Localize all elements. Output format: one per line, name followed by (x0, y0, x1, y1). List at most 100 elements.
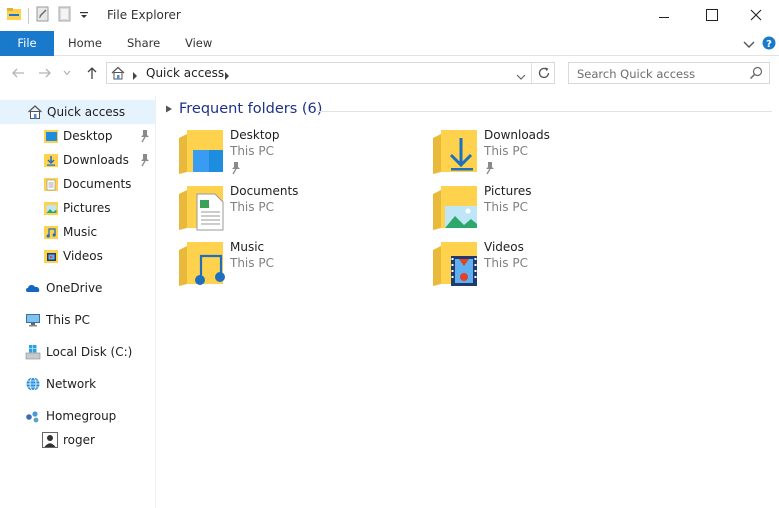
tab-share[interactable]: Share (127, 31, 160, 56)
address-dropdown-chevron-icon[interactable] (516, 70, 526, 84)
folder-name: Pictures (484, 184, 532, 198)
videos-folder-icon (43, 248, 59, 264)
folder-tile-pictures[interactable]: Pictures This PC (433, 184, 673, 238)
up-button[interactable] (82, 64, 102, 82)
recent-locations-button[interactable] (60, 64, 74, 82)
quick-access-toolbar (6, 6, 89, 25)
folder-location: This PC (230, 144, 274, 158)
pin-icon[interactable] (484, 161, 496, 178)
desktop-folder-large-icon (179, 128, 229, 178)
cloud-icon (25, 280, 41, 296)
downloads-folder-icon (43, 152, 59, 168)
folder-name: Downloads (484, 128, 550, 142)
properties-icon[interactable] (35, 6, 51, 25)
folder-name: Desktop (230, 128, 280, 142)
group-header-frequent-folders[interactable]: Frequent folders (6) (165, 101, 322, 117)
title-bar: File Explorer (0, 0, 779, 31)
nav-label-quick-access: Quick access (47, 105, 126, 119)
folder-tile-downloads[interactable]: Downloads This PC (433, 128, 673, 182)
qat-separator (28, 7, 29, 24)
nav-item-onedrive[interactable]: OneDrive (0, 276, 155, 300)
pictures-folder-icon (43, 200, 59, 216)
folder-name: Music (230, 240, 265, 254)
nav-item-documents[interactable]: Documents (0, 172, 155, 196)
nav-label-pictures: Pictures (63, 201, 111, 215)
nav-item-this-pc[interactable]: This PC (0, 308, 155, 332)
computer-icon (25, 312, 41, 328)
tab-home[interactable]: Home (68, 31, 102, 56)
music-folder-icon (43, 224, 59, 240)
maximize-button[interactable] (689, 0, 735, 30)
pin-icon[interactable] (139, 153, 151, 170)
nav-label-music: Music (63, 225, 98, 239)
up-arrow-icon (87, 67, 97, 79)
maximize-icon (706, 9, 718, 21)
nav-label-user: roger (63, 433, 95, 447)
forward-arrow-icon (39, 68, 51, 78)
folder-location: This PC (230, 256, 274, 270)
folder-tile-desktop[interactable]: Desktop This PC (179, 128, 419, 182)
file-explorer-app-icon[interactable] (6, 6, 22, 25)
folder-tile-videos[interactable]: Videos This PC (433, 240, 673, 294)
nav-item-quick-access[interactable]: Quick access (0, 100, 155, 124)
address-divider (531, 63, 532, 83)
expand-ribbon-chevron-icon[interactable] (743, 38, 755, 52)
homegroup-icon (25, 408, 41, 424)
breadcrumb-separator-icon[interactable] (132, 69, 138, 83)
pin-icon[interactable] (230, 161, 242, 178)
nav-label-homegroup: Homegroup (46, 409, 117, 423)
back-arrow-icon (12, 68, 24, 78)
navigation-pane: Quick access Desktop Downloads Documents… (0, 96, 156, 508)
nav-item-music[interactable]: Music (0, 220, 155, 244)
forward-button[interactable] (35, 64, 55, 82)
help-icon[interactable]: ? (762, 36, 776, 53)
address-bar[interactable]: Quick access (106, 62, 555, 84)
nav-item-local-disk[interactable]: Local Disk (C:) (0, 340, 155, 364)
downloads-folder-large-icon (433, 128, 483, 178)
pictures-folder-large-icon (433, 184, 483, 234)
nav-label-documents: Documents (63, 177, 132, 191)
refresh-icon[interactable] (537, 66, 551, 83)
nav-item-videos[interactable]: Videos (0, 244, 155, 268)
nav-item-desktop[interactable]: Desktop (0, 124, 155, 148)
breadcrumb-quick-access[interactable]: Quick access (146, 66, 224, 80)
close-icon (750, 9, 762, 21)
nav-item-user[interactable]: roger (0, 428, 155, 452)
folder-tile-music[interactable]: Music This PC (179, 240, 419, 294)
close-button[interactable] (733, 0, 779, 30)
pin-icon[interactable] (139, 129, 151, 146)
nav-label-this-pc: This PC (46, 313, 90, 327)
nav-label-onedrive: OneDrive (46, 281, 103, 295)
user-avatar-icon (42, 432, 58, 448)
nav-label-network: Network (46, 377, 97, 391)
documents-folder-icon (43, 176, 59, 192)
window-title: File Explorer (107, 8, 181, 22)
back-button[interactable] (8, 64, 28, 82)
nav-item-downloads[interactable]: Downloads (0, 148, 155, 172)
new-folder-icon[interactable] (57, 6, 73, 25)
nav-item-homegroup[interactable]: Homegroup (0, 404, 155, 428)
nav-label-local-disk: Local Disk (C:) (46, 345, 133, 359)
content-pane: Frequent folders (6) Desktop This PC Dow… (157, 96, 779, 508)
customize-qat-chevron-icon[interactable] (79, 9, 89, 23)
nav-item-network[interactable]: Network (0, 372, 155, 396)
search-icon[interactable] (749, 66, 763, 83)
search-input[interactable]: Search Quick access (568, 62, 770, 84)
svg-text:?: ? (766, 39, 772, 50)
collapse-group-chevron-icon[interactable] (165, 105, 173, 113)
documents-folder-large-icon (179, 184, 229, 234)
nav-label-desktop: Desktop (63, 129, 113, 143)
folder-tile-documents[interactable]: Documents This PC (179, 184, 419, 238)
ribbon-tab-bar: File Home Share View ? (0, 31, 779, 56)
minimize-icon (659, 17, 669, 18)
nav-item-pictures[interactable]: Pictures (0, 196, 155, 220)
tab-file[interactable]: File (0, 31, 54, 56)
desktop-folder-icon (43, 128, 59, 144)
home-icon (110, 65, 126, 84)
tab-view[interactable]: View (185, 31, 212, 56)
quick-access-home-icon (27, 104, 43, 120)
breadcrumb-chevron-icon[interactable] (224, 69, 230, 83)
minimize-button[interactable] (641, 0, 687, 30)
group-divider (317, 111, 772, 112)
folder-location: This PC (484, 144, 528, 158)
